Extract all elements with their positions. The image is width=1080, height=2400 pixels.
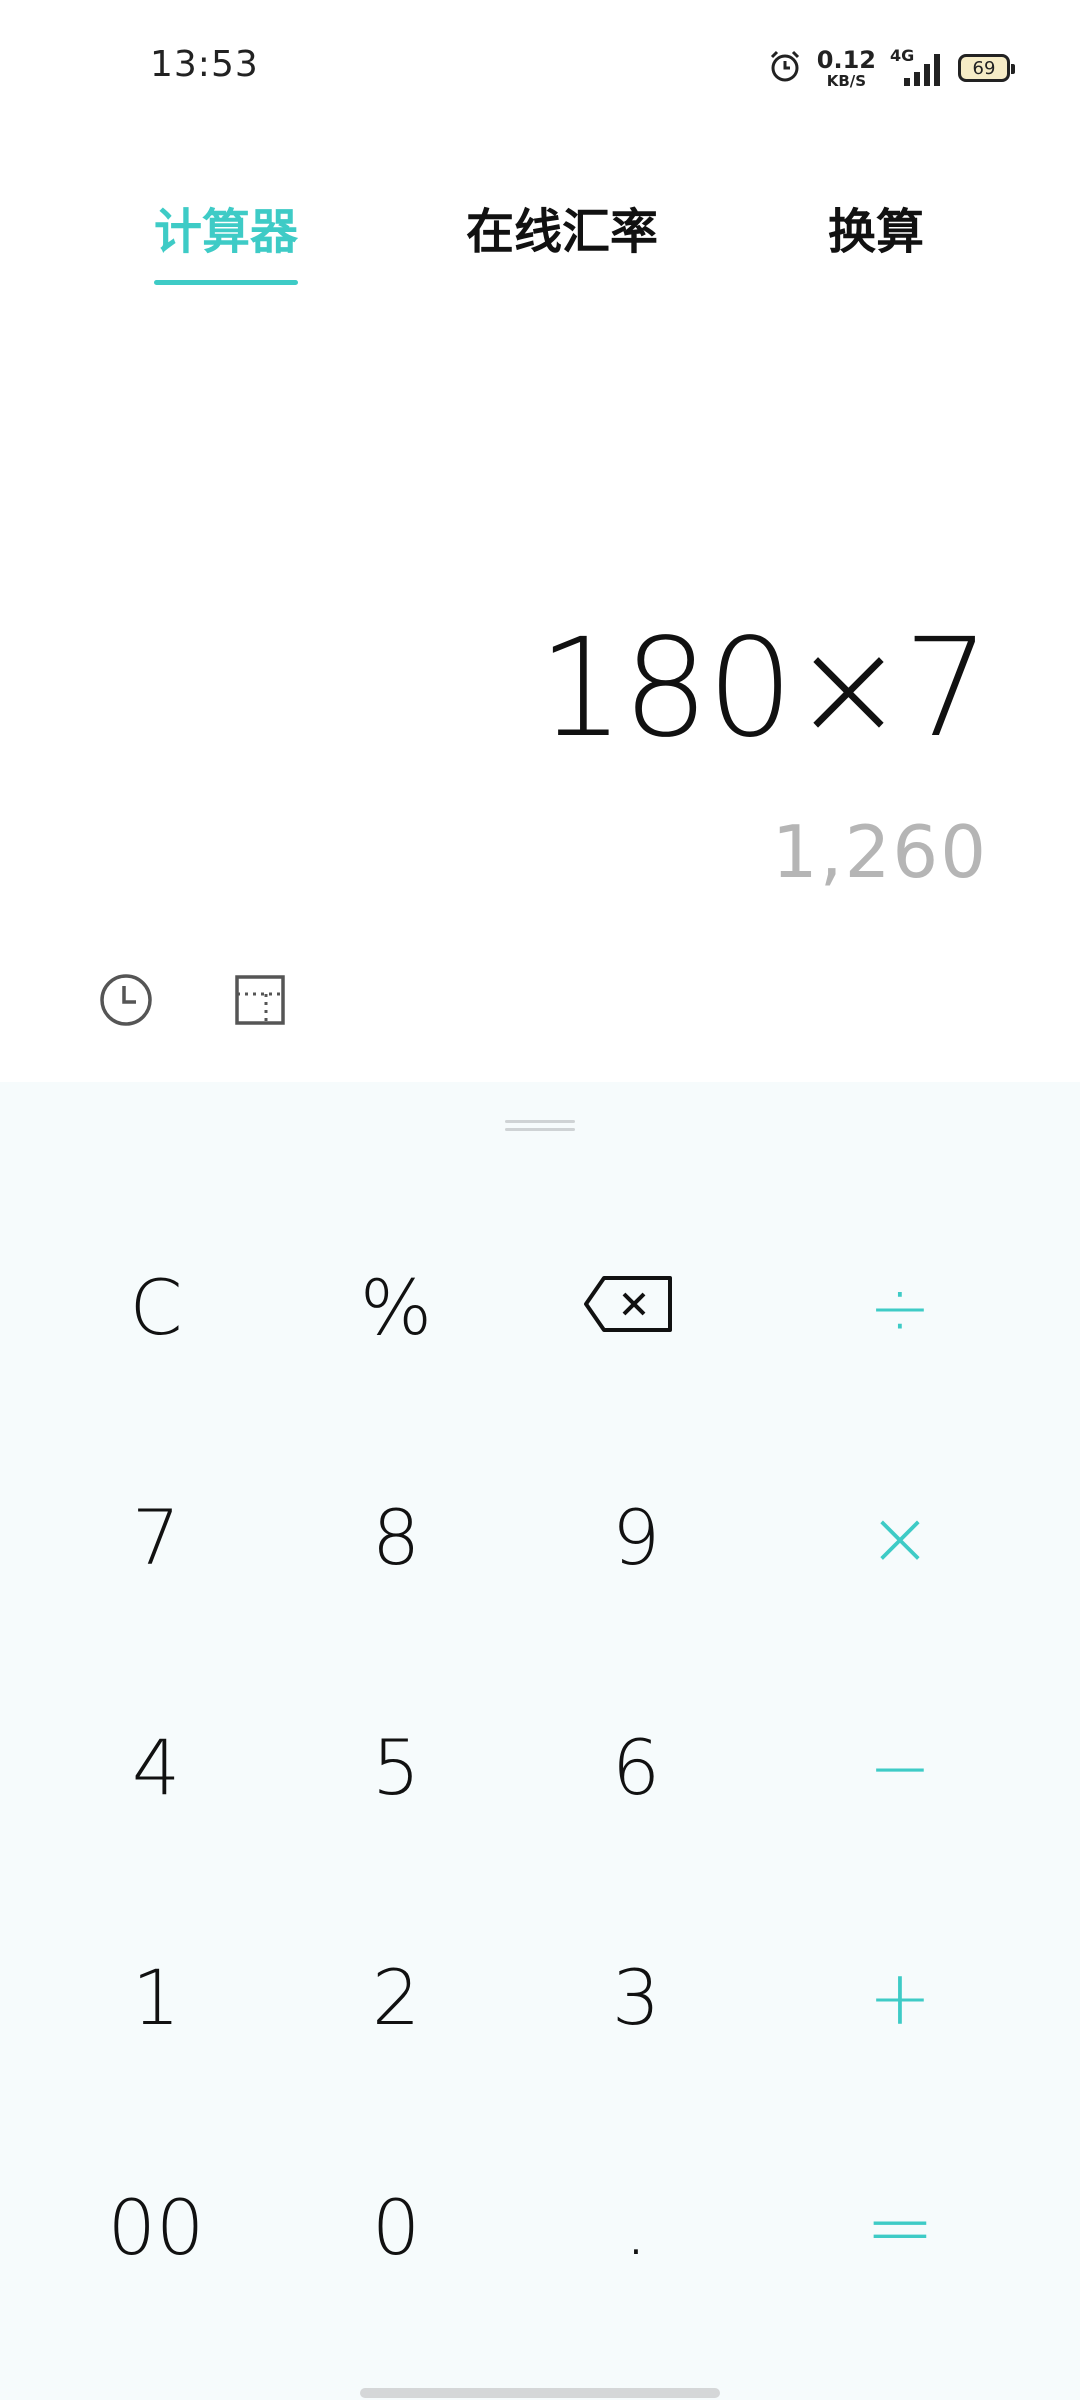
key-divide[interactable]: ÷ — [780, 1207, 1020, 1407]
key-4[interactable]: 4 — [36, 1667, 276, 1867]
key-clear[interactable]: C — [36, 1207, 276, 1407]
network-speed: 0.12 KB/S — [817, 48, 876, 89]
home-indicator[interactable] — [360, 2388, 720, 2398]
battery-icon: 69 — [958, 54, 1015, 82]
key-multiply[interactable]: × — [780, 1437, 1020, 1637]
tab-conversion[interactable]: 换算 — [828, 192, 924, 262]
expression-display: 180×7 — [537, 610, 990, 768]
tab-exchange-rate[interactable]: 在线汇率 — [466, 192, 658, 262]
active-tab-indicator — [154, 280, 298, 285]
key-equals[interactable]: = — [780, 2127, 1020, 2327]
tab-calculator[interactable]: 计算器 — [154, 192, 298, 262]
key-0[interactable]: 0 — [276, 2127, 516, 2327]
network-speed-unit: KB/S — [826, 71, 867, 90]
key-decimal[interactable]: . — [516, 2127, 756, 2327]
key-8[interactable]: 8 — [276, 1437, 516, 1637]
drag-handle[interactable] — [505, 1120, 575, 1132]
scientific-mode-icon[interactable] — [230, 970, 290, 1030]
key-6[interactable]: 6 — [516, 1667, 756, 1867]
key-9[interactable]: 9 — [516, 1437, 756, 1637]
key-2[interactable]: 2 — [276, 1897, 516, 2097]
key-percent[interactable]: % — [276, 1207, 516, 1407]
mode-tabs: 计算器 在线汇率 换算 — [0, 180, 1080, 300]
network-type-label: 4G — [890, 46, 915, 65]
key-subtract[interactable]: − — [780, 1667, 1020, 1867]
status-bar: 13:53 0.12 KB/S 4G 69 — [0, 0, 1080, 130]
key-1[interactable]: 1 — [36, 1897, 276, 2097]
key-add[interactable]: + — [780, 1897, 1020, 2097]
key-5[interactable]: 5 — [276, 1667, 516, 1867]
status-time: 13:53 — [150, 44, 259, 85]
key-3[interactable]: 3 — [516, 1897, 756, 2097]
status-icons: 0.12 KB/S 4G 69 — [767, 44, 1015, 92]
network-speed-value: 0.12 — [816, 45, 876, 74]
signal-icon: 4G — [890, 46, 944, 88]
backspace-icon — [582, 1263, 674, 1352]
result-display: 1,260 — [771, 810, 988, 894]
keypad: C % ÷ 7 8 9 × 4 5 6 − 1 2 3 + 00 0 . = — [0, 1082, 1080, 2400]
battery-level: 69 — [972, 57, 996, 79]
key-7[interactable]: 7 — [36, 1437, 276, 1637]
key-double-zero[interactable]: 00 — [36, 2127, 276, 2327]
key-backspace[interactable] — [508, 1207, 748, 1407]
alarm-icon — [767, 48, 803, 88]
history-clock-icon[interactable] — [96, 970, 156, 1030]
